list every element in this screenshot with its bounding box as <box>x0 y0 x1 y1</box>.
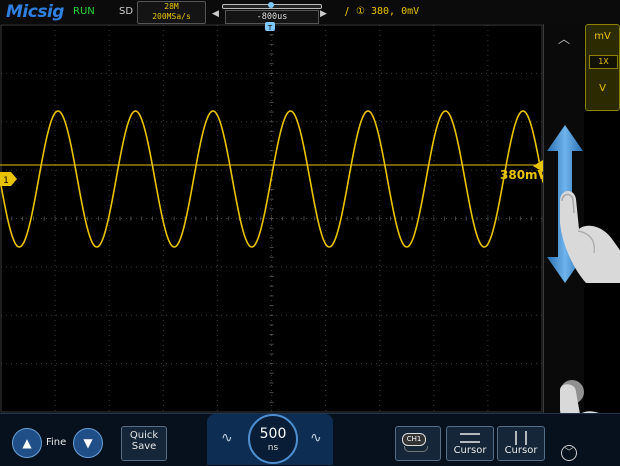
unit-mv-button[interactable]: mV <box>586 31 619 42</box>
acquisition-mode[interactable]: SD <box>119 6 133 17</box>
probe-ratio[interactable]: 1X <box>589 55 618 69</box>
run-state[interactable]: RUN <box>73 6 95 17</box>
memory-depth: 28M <box>164 2 179 11</box>
timebase-unit: ns <box>267 443 279 453</box>
trigger-level-arrow-icon[interactable] <box>533 160 543 172</box>
timebase-increase-icon[interactable]: ∿ <box>310 430 322 446</box>
waveform-screen[interactable] <box>0 24 543 413</box>
finger-drag-gesture-icon <box>560 191 620 283</box>
chevron-up-icon[interactable]: ︿ <box>544 30 584 47</box>
trigger-info[interactable]: ① 380, 0mV <box>356 6 419 17</box>
brand-logo: Micsig <box>6 2 64 22</box>
rising-edge-icon: ∕ <box>345 5 349 18</box>
svg-text:T: T <box>267 24 273 32</box>
horizontal-cursor-button[interactable]: Cursor <box>446 426 494 461</box>
fine-down-button[interactable]: ▼ <box>73 428 103 458</box>
vertical-cursor-button[interactable]: Cursor <box>497 426 545 461</box>
sample-rate: 200MSa/s <box>152 12 191 21</box>
triangle-down-icon: ▼ <box>83 436 93 450</box>
ch1-chip: CH1 <box>402 433 426 446</box>
delay-right-arrow-icon[interactable]: ▶ <box>320 9 327 19</box>
triangle-up-icon: ▲ <box>22 436 32 450</box>
quick-save-label-1: Quick <box>129 430 159 441</box>
memory-rate-box[interactable]: 28M 200MSa/s <box>137 1 206 24</box>
timebase-decrease-icon[interactable]: ∿ <box>221 430 233 446</box>
quick-save-button[interactable]: Quick Save <box>121 426 167 461</box>
unit-v-button[interactable]: V <box>586 83 619 94</box>
fine-up-button[interactable]: ▲ <box>12 428 42 458</box>
chevron-down-icon[interactable]: ﹀ <box>561 445 577 461</box>
horizontal-delay[interactable]: ◀ -800us ▶ <box>212 1 330 24</box>
delay-position-marker-icon[interactable] <box>268 2 274 8</box>
channel-1-marker-icon[interactable]: 1 <box>0 172 18 186</box>
status-bar: Micsig RUN SD 28M 200MSa/s ◀ -800us ▶ ∕ … <box>0 0 620 24</box>
vertical-cursor-label: Cursor <box>504 445 538 456</box>
horizontal-cursor-icon <box>460 433 480 443</box>
quick-save-label-2: Save <box>131 441 157 452</box>
stack-icon <box>404 446 428 452</box>
delay-left-arrow-icon[interactable]: ◀ <box>212 9 219 19</box>
channel-1-scale-panel[interactable]: mV 1X V <box>585 24 620 111</box>
channel-menu-button[interactable]: CH1 <box>395 426 441 461</box>
vertical-cursor-icon <box>515 431 527 445</box>
fine-label: Fine <box>46 437 67 448</box>
graticule <box>0 24 543 413</box>
trigger-position-marker-icon[interactable]: T <box>264 22 276 34</box>
horizontal-cursor-label: Cursor <box>453 445 487 456</box>
channel-1-marker-label: 1 <box>3 176 9 186</box>
timebase-value: 500 <box>259 426 287 442</box>
